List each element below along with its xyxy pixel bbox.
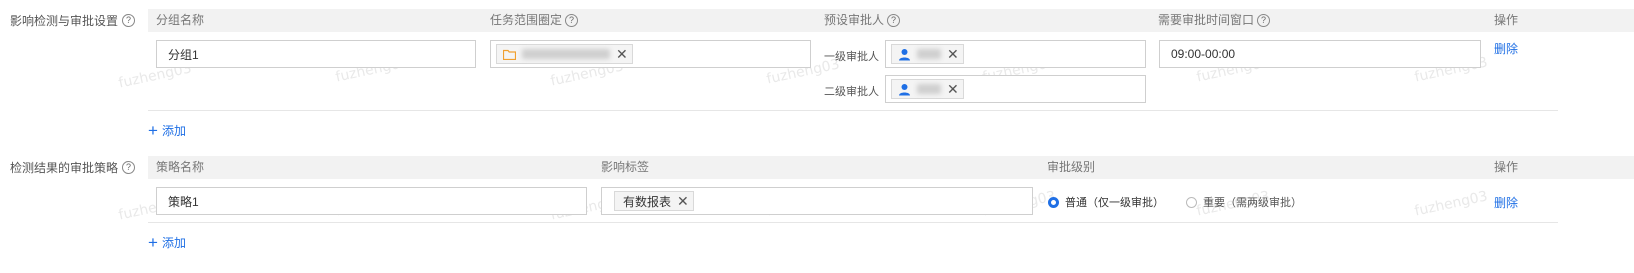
redacted-approver-name bbox=[917, 84, 941, 94]
approval-settings-panel: fuzheng03 fuzheng03 fuzheng03 fuzheng03 … bbox=[0, 0, 1634, 273]
level1-approver-label: 一级审批人 bbox=[824, 51, 879, 63]
question-circle-icon[interactable]: ? bbox=[887, 14, 901, 27]
strategy-table-header: 策略名称 影响标签 审批级别 操作 bbox=[148, 156, 1634, 179]
impact-tag-select[interactable]: 有数报表 ✕ bbox=[601, 187, 1033, 215]
add-group-button[interactable]: + 添加 bbox=[148, 122, 186, 139]
header-action: 操作 bbox=[1494, 13, 1519, 27]
section-label-approval-settings: 影响检测与审批设置 ? bbox=[10, 12, 136, 29]
plus-icon: + bbox=[148, 233, 158, 252]
header-time-window: 需要审批时间窗口 ? bbox=[1158, 9, 1271, 32]
question-circle-icon[interactable]: ? bbox=[565, 14, 579, 27]
radio-unchecked-icon bbox=[1186, 196, 1197, 208]
level1-approver-select[interactable]: ✕ bbox=[885, 40, 1146, 68]
strategy-name-input[interactable]: 策略1 bbox=[156, 187, 587, 215]
delete-strategy-button[interactable]: 删除 bbox=[1494, 194, 1518, 211]
question-circle-icon[interactable]: ? bbox=[122, 161, 136, 174]
section-title: 影响检测与审批设置 bbox=[10, 14, 119, 28]
time-window-input[interactable]: 09:00-00:00 bbox=[1159, 40, 1481, 68]
close-icon[interactable]: ✕ bbox=[947, 47, 959, 61]
question-circle-icon[interactable]: ? bbox=[1257, 14, 1271, 27]
plus-icon: + bbox=[148, 121, 158, 140]
header-action: 操作 bbox=[1494, 160, 1519, 174]
section-title: 检测结果的审批策略 bbox=[10, 161, 119, 175]
header-impact-tag: 影响标签 bbox=[601, 160, 650, 174]
radio-option-important[interactable]: 重要（需两级审批） bbox=[1186, 194, 1302, 210]
level2-approver-select[interactable]: ✕ bbox=[885, 75, 1146, 103]
approval-table-header: 分组名称 任务范围圈定 ? 预设审批人 ? 需要审批时间窗口 ? 操作 bbox=[148, 9, 1634, 32]
header-task-scope: 任务范围圈定 ? bbox=[490, 9, 579, 32]
impact-tag: 有数报表 ✕ bbox=[614, 191, 694, 211]
row-divider bbox=[148, 110, 1558, 111]
close-icon[interactable]: ✕ bbox=[616, 47, 628, 61]
header-strategy-name: 策略名称 bbox=[156, 160, 205, 174]
user-icon bbox=[898, 48, 911, 61]
level2-approver-label: 二级审批人 bbox=[824, 86, 879, 98]
task-scope-tag: ✕ bbox=[496, 44, 633, 64]
redacted-approver-name bbox=[917, 49, 941, 59]
task-scope-select[interactable]: ✕ bbox=[490, 40, 811, 68]
header-group-name: 分组名称 bbox=[156, 13, 205, 27]
row-divider bbox=[148, 222, 1558, 223]
add-strategy-button[interactable]: + 添加 bbox=[148, 234, 186, 251]
delete-group-button[interactable]: 删除 bbox=[1494, 40, 1518, 57]
approver-tag: ✕ bbox=[891, 79, 964, 99]
approval-level-radio-group: 普通（仅一级审批） 重要（需两级审批） bbox=[1048, 194, 1302, 210]
header-approver: 预设审批人 ? bbox=[824, 9, 901, 32]
user-icon bbox=[898, 83, 911, 96]
folder-icon bbox=[503, 49, 516, 60]
radio-option-normal[interactable]: 普通（仅一级审批） bbox=[1048, 194, 1164, 210]
radio-checked-icon bbox=[1048, 196, 1059, 208]
close-icon[interactable]: ✕ bbox=[677, 194, 689, 208]
section-label-strategy: 检测结果的审批策略 ? bbox=[10, 159, 136, 176]
close-icon[interactable]: ✕ bbox=[947, 82, 959, 96]
approver-tag: ✕ bbox=[891, 44, 964, 64]
group-name-input[interactable]: 分组1 bbox=[156, 40, 476, 68]
redacted-scope-name bbox=[522, 49, 610, 59]
watermark: fuzheng03 bbox=[1413, 188, 1490, 220]
question-circle-icon[interactable]: ? bbox=[122, 14, 136, 27]
header-approval-level: 审批级别 bbox=[1047, 160, 1096, 174]
